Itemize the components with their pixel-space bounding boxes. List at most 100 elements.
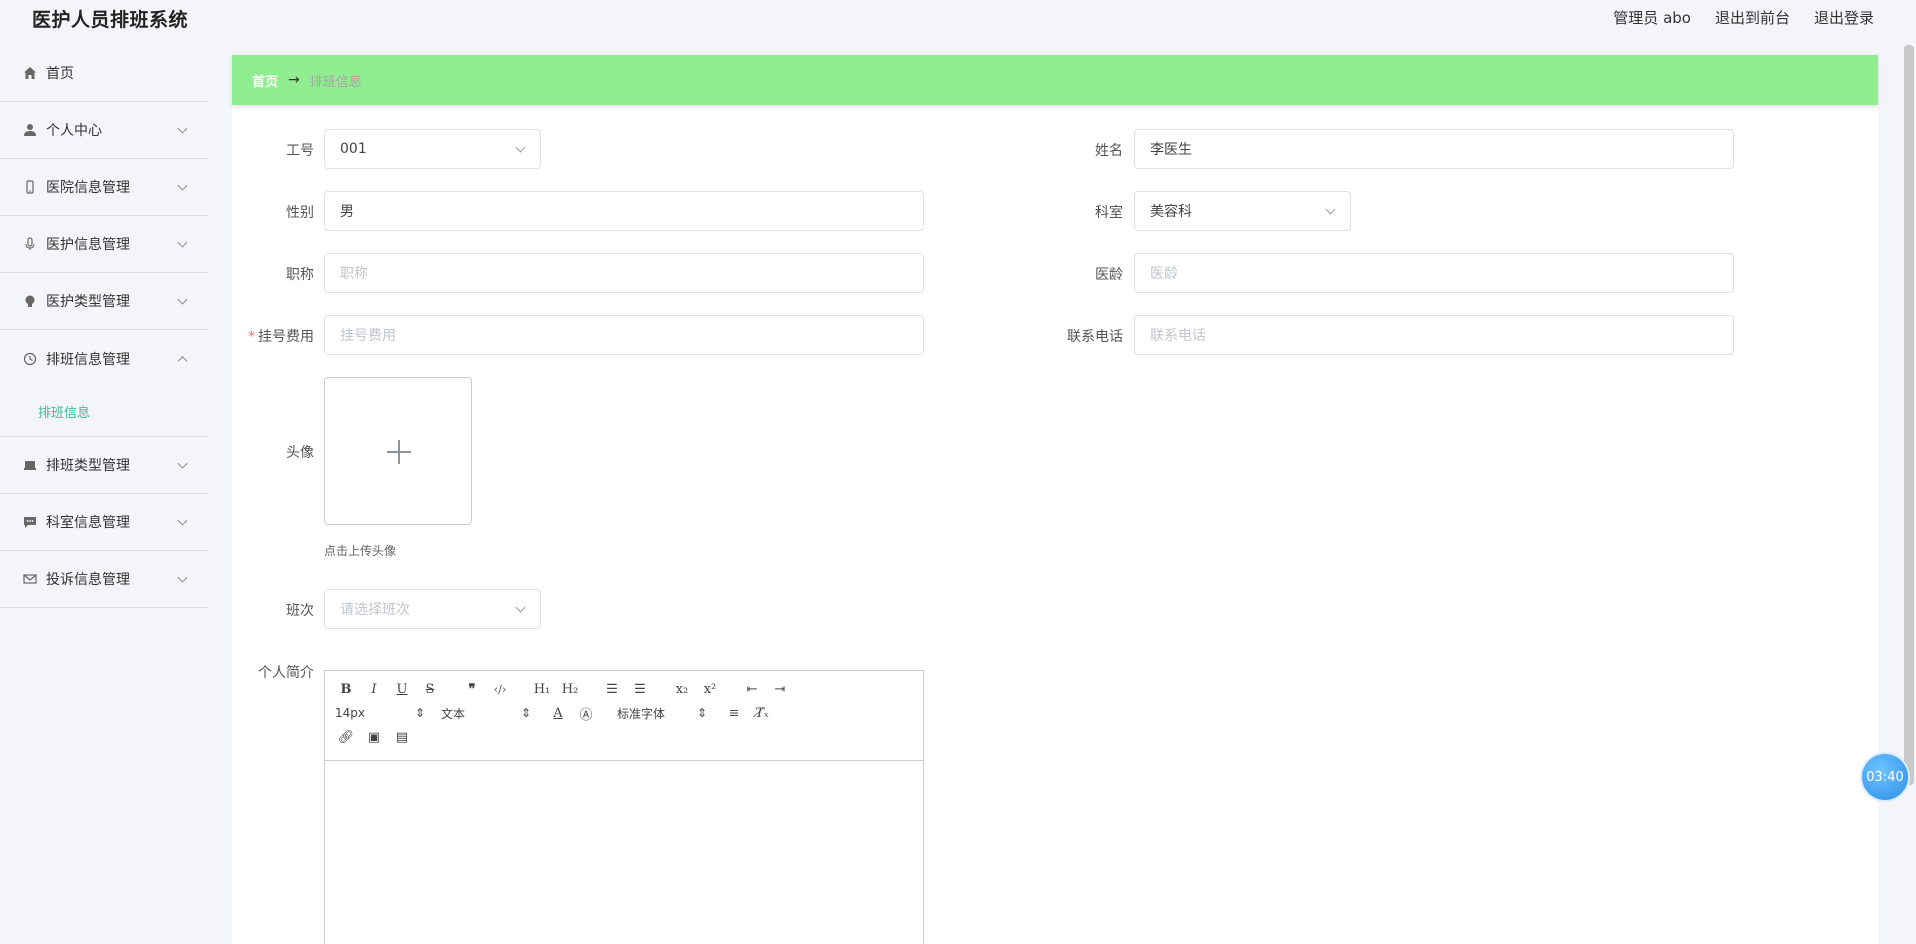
gender-field[interactable]: 男 — [324, 191, 924, 231]
superscript-icon[interactable]: x² — [699, 679, 721, 699]
sidebar-item-home[interactable]: 首页 — [0, 45, 208, 102]
exit-to-front-link[interactable]: 退出到前台 — [1715, 7, 1790, 28]
job-no-label: 工号 — [286, 143, 314, 159]
clear-format-icon[interactable]: T̸ₓ — [751, 703, 773, 723]
ordered-list-icon[interactable]: ☰ — [601, 679, 623, 699]
sidebar-item-label: 首页 — [46, 66, 74, 82]
sidebar-item-personal[interactable]: 个人中心 — [0, 102, 208, 159]
sidebar-item-complaint[interactable]: 投诉信息管理 — [0, 551, 208, 608]
chevron-up-icon — [177, 355, 188, 366]
sidebar-item-schedule-type[interactable]: 排班类型管理 — [0, 437, 208, 494]
chevron-down-icon — [177, 515, 188, 526]
underline-icon[interactable]: U — [391, 679, 413, 699]
video-icon[interactable]: ▤ — [391, 727, 413, 747]
main-content: 首页 → 排班信息 工号 001 姓名 李医生 性别 男 科室 美容科 职称 职… — [232, 55, 1878, 944]
subscript-icon[interactable]: x₂ — [671, 679, 693, 699]
header1-icon[interactable]: H₁ — [531, 679, 553, 699]
mail-icon — [22, 571, 38, 587]
home-icon — [22, 65, 38, 81]
updown-icon: ⇕ — [414, 706, 425, 720]
microphone-icon — [22, 236, 38, 252]
sidebar: 首页 个人中心 医院信息管理 医护信息管理 医护类型管理 排班信息管理 排班信息… — [0, 45, 208, 944]
font-color-icon[interactable]: A — [547, 703, 569, 723]
indent-icon[interactable]: ⇥ — [769, 679, 791, 699]
seniority-field[interactable]: 医龄 — [1134, 253, 1734, 293]
sidebar-item-department[interactable]: 科室信息管理 — [0, 494, 208, 551]
sidebar-item-label: 排班类型管理 — [46, 458, 130, 474]
name-value: 李医生 — [1150, 142, 1192, 158]
sidebar-item-label: 医护类型管理 — [46, 294, 130, 310]
breadcrumb: 首页 → 排班信息 — [232, 55, 1878, 105]
job-no-value: 001 — [340, 141, 367, 157]
size-select[interactable]: 14px ⇕ — [335, 706, 425, 720]
sidebar-item-label: 投诉信息管理 — [46, 572, 130, 588]
name-field[interactable]: 李医生 — [1134, 129, 1734, 169]
background-color-icon[interactable]: Ⓐ — [575, 703, 597, 723]
chevron-down-icon — [177, 180, 188, 191]
fee-field[interactable]: 挂号费用 — [324, 315, 924, 355]
breadcrumb-current: 排班信息 — [309, 74, 362, 90]
admin-user-link[interactable]: 管理员 abo — [1613, 7, 1691, 28]
sidebar-item-staff[interactable]: 医护信息管理 — [0, 216, 208, 273]
updown-icon: ⇕ — [696, 706, 707, 720]
seniority-placeholder: 医龄 — [1150, 266, 1178, 282]
align-icon[interactable]: ≡ — [723, 703, 745, 723]
sidebar-subitem-schedule-info[interactable]: 排班信息 — [0, 387, 208, 437]
image-icon[interactable]: ▣ — [363, 727, 385, 747]
font-select[interactable]: 标准字体 ⇕ — [617, 705, 707, 722]
chevron-down-icon — [177, 572, 188, 583]
scrollbar[interactable] — [1904, 45, 1914, 785]
updown-icon: ⇕ — [520, 706, 531, 720]
top-nav: 管理员 abo 退出到前台 退出登录 — [1613, 7, 1874, 28]
breadcrumb-arrow-icon: → — [288, 72, 300, 88]
sidebar-item-hospital[interactable]: 医院信息管理 — [0, 159, 208, 216]
chevron-down-icon — [177, 458, 188, 469]
bullet-list-icon[interactable]: ☰ — [629, 679, 651, 699]
format-value: 文本 — [441, 706, 466, 721]
job-no-select[interactable]: 001 — [324, 129, 541, 169]
user-icon — [22, 122, 38, 138]
shift-select[interactable]: 请选择班次 — [324, 589, 541, 629]
sidebar-item-schedule[interactable]: 排班信息管理 — [0, 330, 208, 387]
phone-field[interactable]: 联系电话 — [1134, 315, 1734, 355]
fee-label-text: 挂号费用 — [258, 329, 314, 345]
gender-label: 性别 — [286, 205, 314, 221]
chevron-down-icon — [177, 294, 188, 305]
link-icon[interactable]: 🔗︎ — [335, 727, 357, 747]
name-label: 姓名 — [1095, 143, 1123, 159]
sidebar-item-label: 排班信息管理 — [46, 351, 130, 368]
avatar-label: 头像 — [286, 445, 314, 461]
header2-icon[interactable]: H₂ — [559, 679, 581, 699]
dept-select[interactable]: 美容科 — [1134, 191, 1351, 231]
bold-icon[interactable]: B — [335, 679, 357, 699]
title-field[interactable]: 职称 — [324, 253, 924, 293]
gender-value: 男 — [340, 204, 354, 220]
sidebar-item-label: 个人中心 — [46, 123, 102, 139]
intro-label: 个人简介 — [258, 665, 314, 681]
clock-icon — [22, 351, 38, 367]
strike-icon[interactable]: S — [419, 679, 441, 699]
code-icon[interactable]: ‹/› — [489, 679, 511, 699]
timer-badge[interactable]: 03:40 — [1862, 754, 1908, 800]
outdent-icon[interactable]: ⇤ — [741, 679, 763, 699]
shift-placeholder: 请选择班次 — [340, 602, 410, 618]
breadcrumb-home[interactable]: 首页 — [252, 71, 278, 90]
format-select[interactable]: 文本 ⇕ — [441, 705, 531, 722]
font-value: 标准字体 — [617, 706, 666, 721]
blockquote-icon[interactable]: ❞ — [461, 679, 483, 699]
chat-icon — [22, 514, 38, 530]
chevron-down-icon — [177, 123, 188, 134]
fee-label: * 挂号费用 — [224, 326, 314, 346]
italic-icon[interactable]: I — [363, 679, 385, 699]
title-label: 职称 — [286, 267, 314, 283]
avatar-upload-button[interactable] — [324, 377, 472, 525]
chevron-down-icon — [177, 237, 188, 248]
fee-placeholder: 挂号费用 — [340, 328, 396, 344]
avatar-upload-tip: 点击上传头像 — [324, 544, 397, 558]
box-icon — [22, 457, 38, 473]
editor-body[interactable] — [325, 761, 923, 944]
logout-link[interactable]: 退出登录 — [1814, 7, 1874, 28]
app-title: 医护人员排班系统 — [32, 9, 189, 31]
title-placeholder: 职称 — [340, 266, 368, 282]
sidebar-item-staff-type[interactable]: 医护类型管理 — [0, 273, 208, 330]
